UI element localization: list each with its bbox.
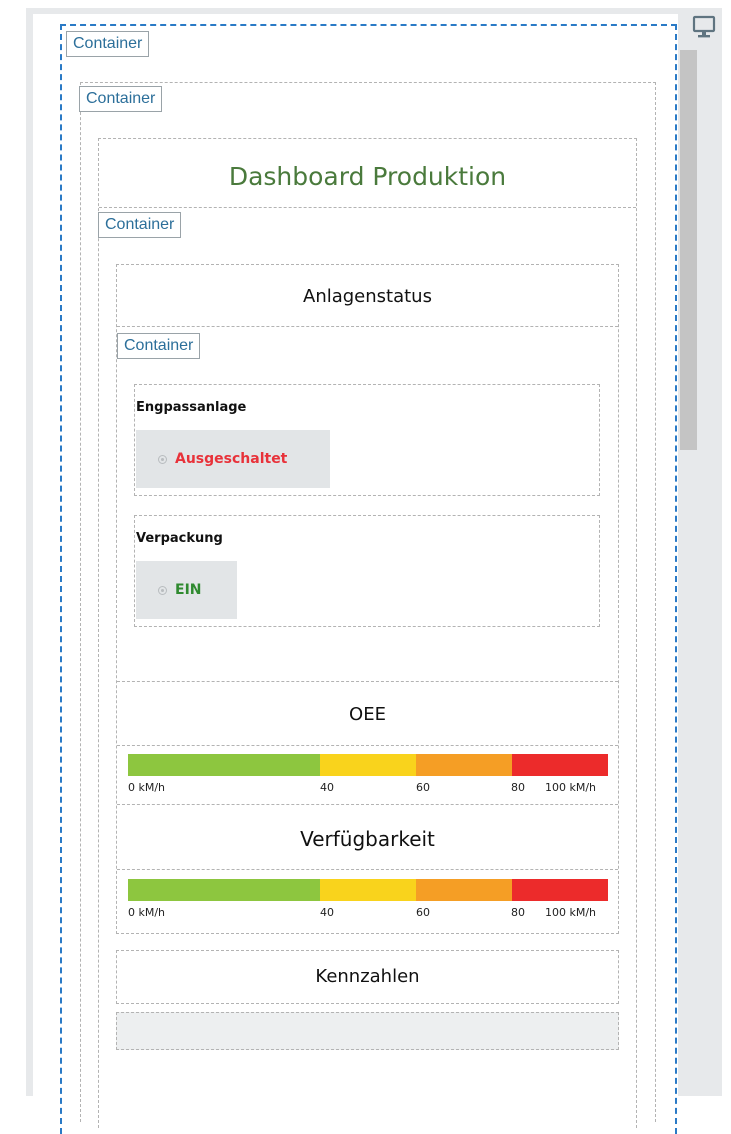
gauge-band-60-80 [416, 879, 512, 901]
container-tag-level-3[interactable]: Container [117, 333, 201, 359]
status-dot-icon [158, 585, 167, 595]
divider [117, 745, 618, 746]
status-name: Engpassanlage [136, 400, 247, 415]
gauge-band-40-60 [320, 754, 416, 776]
status-chip-verpackung: EIN [136, 561, 237, 619]
vertical-scrollbar-thumb[interactable] [680, 50, 697, 450]
gauge-tick-label: 40 [320, 906, 334, 919]
divider [99, 207, 636, 208]
section-heading-verfuegbarkeit: Verfügbarkeit [117, 812, 618, 866]
status-dot-icon [158, 454, 167, 464]
container-tag-level-1[interactable]: Container [79, 86, 163, 112]
divider [117, 681, 618, 682]
status-value: EIN [175, 582, 202, 598]
status-chip-engpassanlage: Ausgeschaltet [136, 430, 330, 488]
gauge-tick-label: 40 [320, 781, 334, 794]
gauge-band-80-100 [512, 879, 608, 901]
gauge-tick-label: 80 [511, 906, 525, 919]
section-heading-kennzahlen: Kennzahlen [117, 951, 618, 1003]
gauge-tick-label: 0 kM/h [128, 781, 166, 794]
monitor-icon[interactable] [691, 14, 717, 45]
gauge-band-0-40 [128, 754, 320, 776]
gauge-band-40-60 [320, 879, 416, 901]
divider [117, 326, 618, 327]
kennzahlen-content[interactable] [116, 1012, 619, 1050]
gauge-tick-label: 60 [416, 781, 430, 794]
divider [117, 804, 618, 805]
status-name: Verpackung [136, 531, 223, 546]
container-tag-root[interactable]: Container [66, 31, 150, 57]
gauge-band-0-40 [128, 879, 320, 901]
divider [117, 869, 618, 870]
gauge-tick-label: 60 [416, 906, 430, 919]
section-heading-oee: OEE [117, 688, 618, 742]
gauge-tick-label: 80 [511, 781, 525, 794]
container-tag-level-2[interactable]: Container [98, 212, 182, 238]
status-value: Ausgeschaltet [175, 451, 288, 467]
page-title: Dashboard Produktion [99, 148, 636, 206]
gauge-band-80-100 [512, 754, 608, 776]
verfuegbarkeit-gauge-bar [128, 879, 608, 901]
gauge-tick-label: 100 kM/h [545, 906, 597, 919]
section-heading-anlagenstatus: Anlagenstatus [117, 270, 618, 324]
gauge-band-60-80 [416, 754, 512, 776]
oee-gauge-bar [128, 754, 608, 776]
gauge-tick-label: 0 kM/h [128, 906, 166, 919]
gauge-tick-label: 100 kM/h [545, 781, 597, 794]
